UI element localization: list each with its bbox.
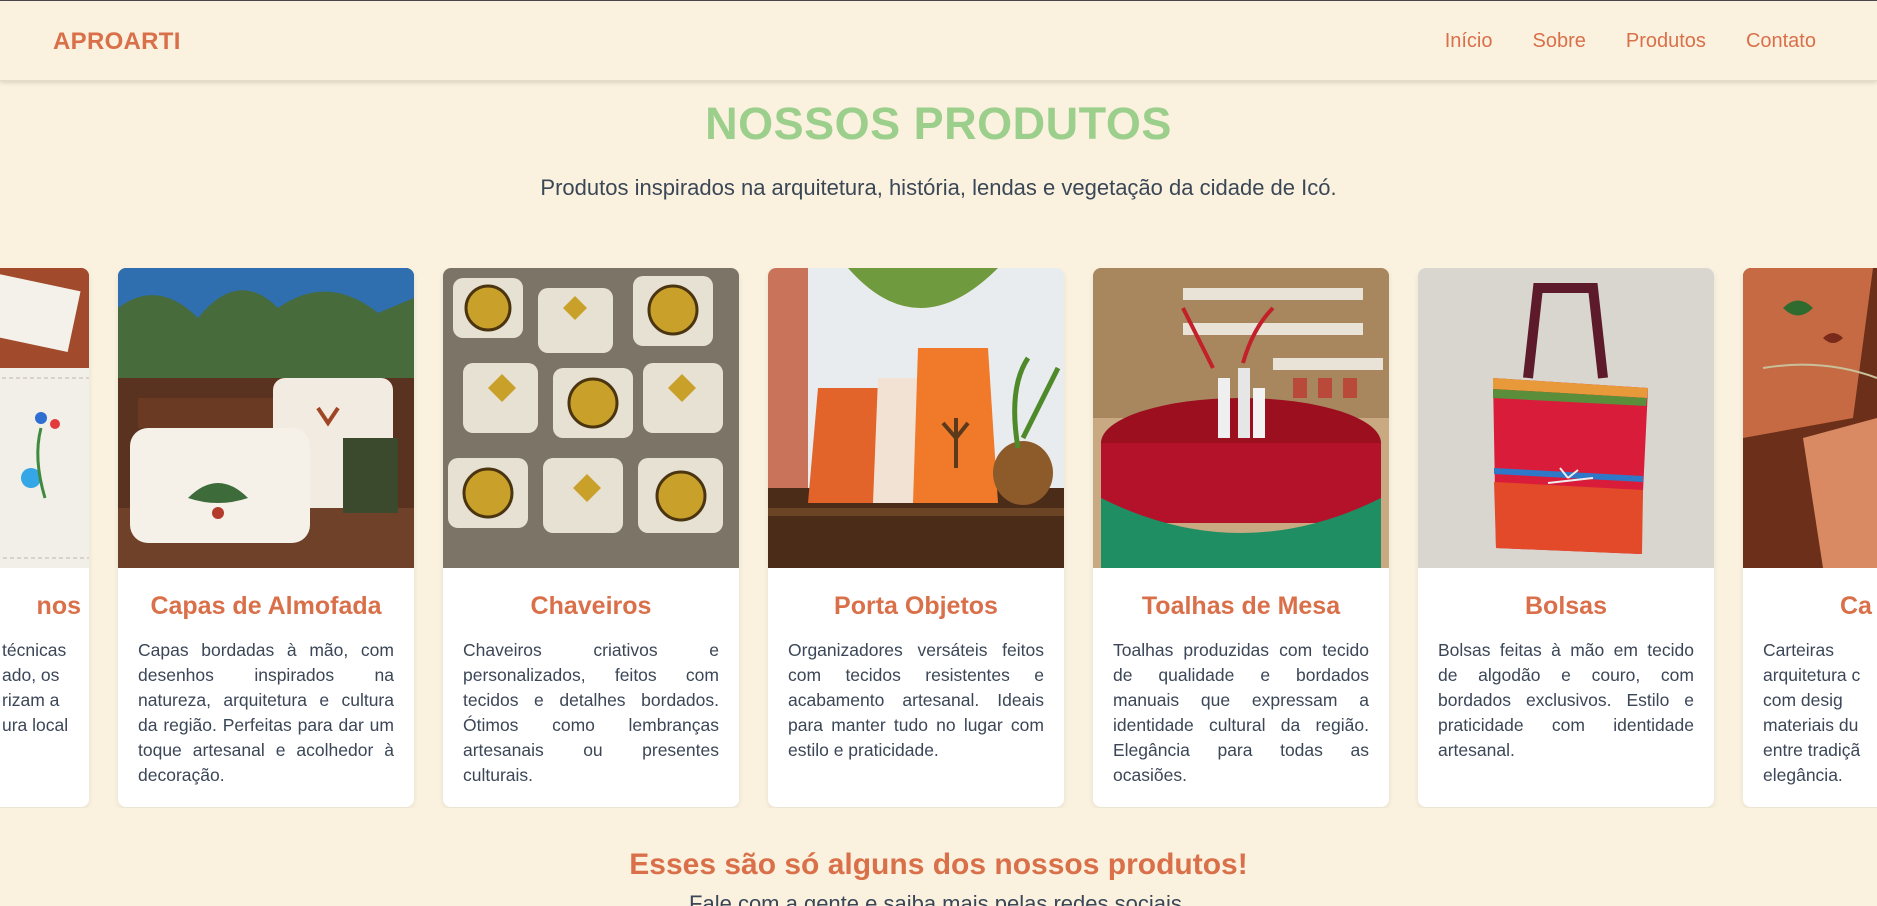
product-description: Chaveiros criativos e personalizados, fe… (463, 640, 719, 785)
nav-link-inicio[interactable]: Início (1445, 30, 1493, 53)
main-nav: Início Sobre Produtos Contato (1445, 30, 1816, 53)
product-title: Capas de Almofada (150, 592, 382, 620)
cta-subtitle: Fale com a gente e saiba mais pelas rede… (689, 891, 1188, 906)
keychains-image (443, 268, 739, 568)
site-header: APROARTI Início Sobre Produtos Contato (0, 1, 1877, 81)
cushion-covers-image (118, 268, 414, 568)
product-description: Bolsas feitas à mão em tecido de algodão… (1438, 640, 1694, 760)
product-card-chaveiros[interactable]: Chaveiros Chaveiros criativos e personal… (443, 268, 739, 807)
site-logo[interactable]: APROARTI (53, 28, 181, 56)
product-description: Carteiras arquitetura c com desig materi… (1763, 640, 1861, 785)
product-description: Capas bordadas à mão, com desenhos inspi… (138, 640, 394, 785)
product-card-bolsas[interactable]: Bolsas Bolsas feitas à mão em tecido de … (1418, 268, 1714, 807)
product-description: técnicas ado, os rizam a ura local (2, 640, 69, 735)
product-title: Ca (1840, 592, 1872, 620)
nav-link-produtos[interactable]: Produtos (1626, 30, 1706, 53)
tote-bag-image (1418, 268, 1714, 568)
product-title: Toalhas de Mesa (1141, 592, 1341, 620)
product-card-panos[interactable]: nos técnicas ado, os rizam a ura local (0, 268, 89, 807)
tablecloth-image (1093, 268, 1389, 568)
embroidered-cloth-image (0, 268, 89, 568)
products-carousel[interactable]: nos técnicas ado, os rizam a ura local C… (0, 268, 1877, 808)
cta-title: Esses são só alguns dos nossos produtos! (629, 848, 1248, 881)
product-card-toalhas-de-mesa[interactable]: Toalhas de Mesa Toalhas produzidas com t… (1093, 268, 1389, 807)
product-card-capas-de-almofada[interactable]: Capas de Almofada Capas bordadas à mão, … (118, 268, 414, 807)
nav-link-sobre[interactable]: Sobre (1533, 30, 1586, 53)
product-description: Toalhas produzidas com tecido de qualida… (1113, 640, 1369, 785)
nav-link-contato[interactable]: Contato (1746, 30, 1816, 53)
product-card-carteiras[interactable]: Ca Carteiras arquitetura c com desig mat… (1743, 268, 1877, 807)
products-section-title: NOSSOS PRODUTOS (705, 98, 1172, 149)
leather-wallets-image (1743, 268, 1877, 568)
fabric-pouches-image (768, 268, 1064, 568)
product-title: Bolsas (1525, 592, 1607, 620)
product-description: Organizadores versáteis feitos com tecid… (788, 640, 1044, 760)
product-title: nos (36, 592, 81, 620)
product-title: Porta Objetos (834, 592, 998, 620)
product-title: Chaveiros (530, 592, 652, 620)
products-section-subtitle: Produtos inspirados na arquitetura, hist… (540, 175, 1337, 200)
product-card-porta-objetos[interactable]: Porta Objetos Organizadores versáteis fe… (768, 268, 1064, 807)
